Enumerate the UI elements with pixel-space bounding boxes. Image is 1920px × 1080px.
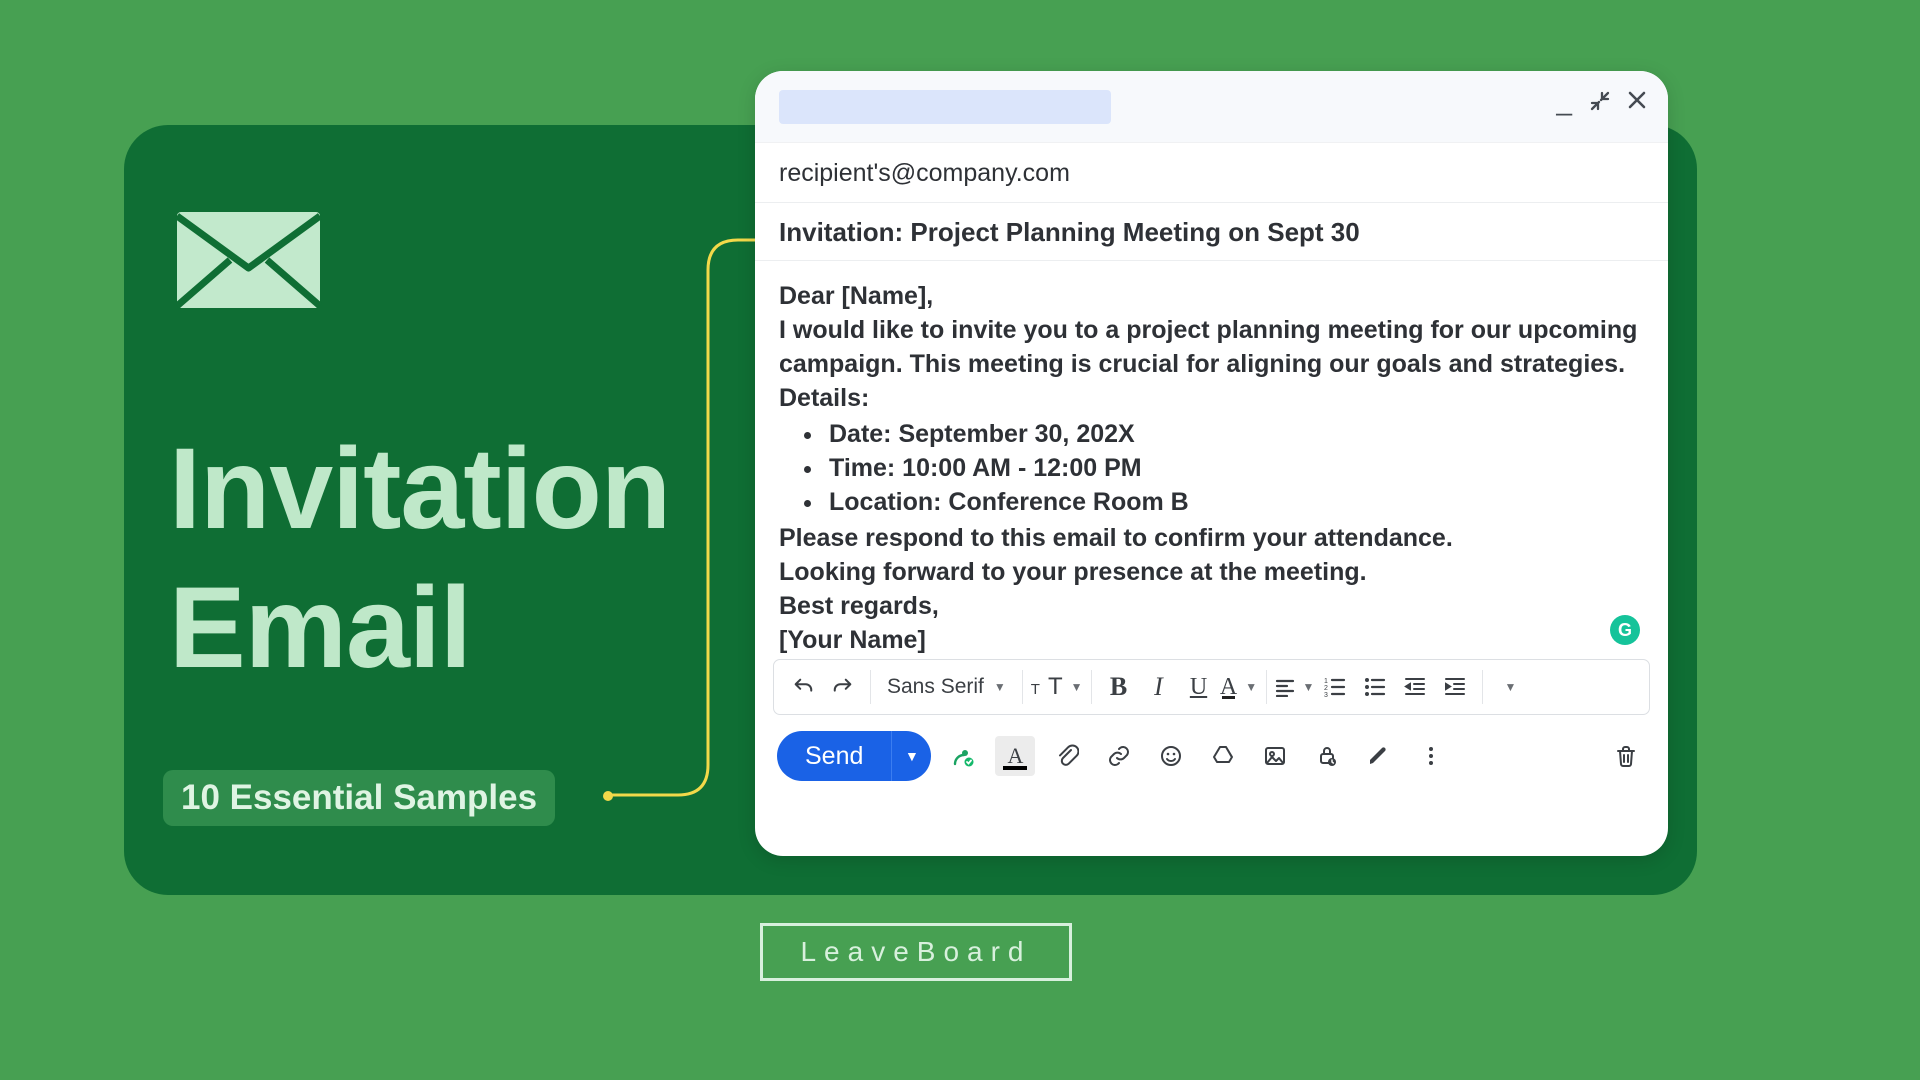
minimize-icon[interactable]: _: [1556, 85, 1572, 117]
body-confirm: Please respond to this email to confirm …: [779, 521, 1644, 555]
schedule-send-icon[interactable]: [943, 736, 983, 776]
numbered-list-button[interactable]: 123: [1316, 668, 1354, 706]
close-icon[interactable]: [1628, 91, 1646, 123]
compose-footer: Send ▼ A: [755, 715, 1668, 781]
send-button[interactable]: Send: [777, 731, 891, 781]
samples-badge: 10 Essential Samples: [163, 770, 555, 826]
envelope-icon: [175, 210, 322, 310]
page-title: Invitation Email: [169, 420, 670, 698]
insert-link-icon[interactable]: [1099, 736, 1139, 776]
font-family-label: Sans Serif: [887, 675, 984, 699]
body-intro: I would like to invite you to a project …: [779, 313, 1644, 381]
chevron-down-icon: ▼: [1245, 680, 1257, 694]
svg-text:1: 1: [1324, 678, 1328, 685]
insert-signature-icon[interactable]: [1359, 736, 1399, 776]
title-placeholder-highlight: [779, 90, 1111, 124]
chevron-down-icon: ▼: [994, 680, 1006, 694]
email-body[interactable]: Dear [Name], I would like to invite you …: [755, 261, 1668, 653]
title-line-1: Invitation: [169, 420, 670, 559]
attach-file-icon[interactable]: [1047, 736, 1087, 776]
title-line-2: Email: [169, 559, 670, 698]
body-closing: Best regards,: [779, 589, 1644, 623]
redo-icon[interactable]: [824, 668, 862, 706]
align-button[interactable]: ▼: [1275, 668, 1315, 706]
connector-start-dot: [603, 791, 613, 801]
indent-decrease-button[interactable]: [1396, 668, 1434, 706]
underline-button[interactable]: U: [1180, 668, 1218, 706]
text-color-button[interactable]: A▼: [1220, 668, 1258, 706]
bold-button[interactable]: B: [1100, 668, 1138, 706]
undo-icon[interactable]: [784, 668, 822, 706]
italic-button[interactable]: I: [1140, 668, 1178, 706]
bulleted-list-button[interactable]: [1356, 668, 1394, 706]
send-button-group: Send ▼: [777, 731, 931, 781]
body-details-label: Details:: [779, 381, 1644, 415]
font-size-select[interactable]: TT ▼: [1031, 668, 1083, 706]
body-details-list: Date: September 30, 202X Time: 10:00 AM …: [825, 417, 1644, 519]
popout-icon[interactable]: [1590, 91, 1610, 123]
discard-draft-icon[interactable]: [1606, 736, 1646, 776]
brand-logo: LeaveBoard: [760, 923, 1072, 981]
formatting-toolbar: Sans Serif ▼ TT ▼ B I U A▼ ▼ 123: [773, 659, 1650, 715]
chevron-down-icon: ▼: [1071, 680, 1083, 694]
compose-window: _ recipient's@company.com Invitation: Pr…: [755, 71, 1668, 856]
list-item: Location: Conference Room B: [825, 485, 1644, 519]
body-forward: Looking forward to your presence at the …: [779, 555, 1644, 589]
list-item: Time: 10:00 AM - 12:00 PM: [825, 451, 1644, 485]
insert-photo-icon[interactable]: [1255, 736, 1295, 776]
body-greeting: Dear [Name],: [779, 279, 1644, 313]
confidential-mode-icon[interactable]: [1307, 736, 1347, 776]
font-family-select[interactable]: Sans Serif ▼: [879, 668, 1014, 706]
svg-text:2: 2: [1324, 685, 1328, 692]
list-item: Date: September 30, 202X: [825, 417, 1644, 451]
subject-field[interactable]: Invitation: Project Planning Meeting on …: [755, 203, 1668, 261]
grammarly-icon[interactable]: G: [1610, 615, 1640, 645]
indent-increase-button[interactable]: [1436, 668, 1474, 706]
text-highlight-icon[interactable]: A: [995, 736, 1035, 776]
more-options-icon[interactable]: [1411, 736, 1451, 776]
more-formatting-button[interactable]: ▼: [1491, 668, 1529, 706]
chevron-down-icon: ▼: [1303, 680, 1315, 694]
send-options-button[interactable]: ▼: [891, 731, 931, 781]
to-field[interactable]: recipient's@company.com: [755, 143, 1668, 203]
window-titlebar: _: [755, 71, 1668, 143]
svg-text:3: 3: [1324, 692, 1328, 698]
body-signature: [Your Name]: [779, 623, 1644, 657]
insert-drive-icon[interactable]: [1203, 736, 1243, 776]
insert-emoji-icon[interactable]: [1151, 736, 1191, 776]
